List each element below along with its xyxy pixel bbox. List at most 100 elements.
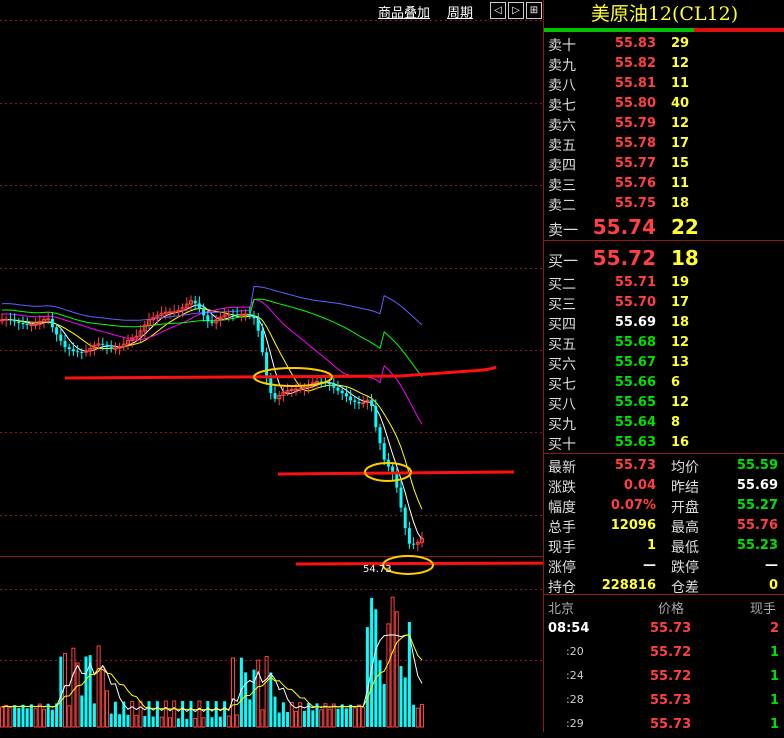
tick-time: :28 <box>566 693 584 706</box>
candle-body <box>235 314 239 316</box>
candle-body <box>412 543 416 545</box>
ask-price: 55.77 <box>614 156 656 171</box>
stats-row: 幅度 0.07% 开盘 55.27 <box>544 496 784 516</box>
volume-bar <box>147 701 151 727</box>
kline-chart-pane[interactable]: 54.73 商品叠加 周期 ◁ ▷ ⊞ <box>0 0 543 732</box>
stat-value: 12096 <box>610 518 656 533</box>
period-link[interactable]: 周期 <box>447 2 473 21</box>
ask-price: 55.79 <box>614 116 656 131</box>
volume-bar <box>71 647 76 728</box>
volume-bar <box>269 672 273 727</box>
volume-bar <box>399 666 403 727</box>
stat-label: 最高 <box>671 520 699 536</box>
volume-bar <box>80 695 84 727</box>
volume-bar <box>168 717 172 728</box>
candle-body <box>273 393 277 399</box>
volume-bar <box>260 709 265 728</box>
volume-bar <box>390 596 395 728</box>
volume-bar <box>226 715 231 728</box>
stat-value: 55.23 <box>736 538 778 553</box>
candle-body <box>328 382 332 384</box>
candlesticks <box>0 295 424 552</box>
ask-price: 55.83 <box>614 36 656 51</box>
volume-bar <box>206 701 210 727</box>
bid-volume: 6 <box>671 375 681 390</box>
volume-bar <box>327 708 332 728</box>
candle-body <box>374 406 378 428</box>
stat-label: 跌停 <box>671 560 699 576</box>
ask-volume: 11 <box>671 76 690 91</box>
bid-row: 买二 55.71 19 <box>544 273 784 293</box>
bid-volume: 19 <box>671 275 690 290</box>
volume-bar <box>256 659 261 728</box>
bid-row: 买八 55.65 12 <box>544 393 784 413</box>
volume-ma-line <box>1 634 423 713</box>
low-price-label: 54.73 <box>363 564 392 575</box>
stat-label: 最新 <box>548 460 576 476</box>
stat-value: 55.59 <box>736 458 778 473</box>
kline-chart[interactable]: 54.73 <box>0 0 543 732</box>
scroll-right-button[interactable]: ▷ <box>508 2 524 19</box>
ask-row: 卖三 55.76 11 <box>544 174 784 194</box>
volume-bar <box>336 708 340 727</box>
volume-bar <box>235 714 240 728</box>
expand-button[interactable]: ⊞ <box>526 2 542 19</box>
volume-bar <box>277 712 281 727</box>
candle-body <box>25 323 29 325</box>
overlay-commodity-link[interactable]: 商品叠加 <box>378 2 430 21</box>
bid-price: 55.67 <box>614 355 656 370</box>
tick-time: :20 <box>566 645 584 658</box>
stat-value: 55.73 <box>614 458 656 473</box>
ask-row: 卖五 55.78 17 <box>544 134 784 154</box>
volume-bar <box>159 716 164 728</box>
candle-body <box>33 323 38 326</box>
tick-time-header: 北京 <box>548 602 575 617</box>
candle-body <box>197 303 201 309</box>
candle-body <box>193 300 197 304</box>
scroll-left-button[interactable]: ◁ <box>490 2 506 19</box>
volume-bar <box>17 707 21 727</box>
stat-label: 均价 <box>671 460 699 476</box>
candle-body <box>332 383 336 388</box>
bid-volume: 18 <box>671 315 690 330</box>
stat-value: 55.76 <box>736 518 778 533</box>
candle-body <box>344 393 348 397</box>
tick-price-header: 价格 <box>658 602 685 617</box>
volume-bar <box>163 700 168 728</box>
stat-label: 最低 <box>671 540 699 556</box>
volume-bar <box>357 704 361 728</box>
candle-body <box>370 400 374 407</box>
candle-body <box>21 323 25 325</box>
candle-body <box>172 311 177 314</box>
tick-row: :29 55.73 1 <box>544 716 784 738</box>
tick-row: :24 55.72 1 <box>544 668 784 690</box>
volume-bars <box>0 596 424 728</box>
candle-body <box>168 311 172 314</box>
drawn-annotations[interactable] <box>64 365 543 575</box>
volume-bar <box>365 627 369 727</box>
candle-body <box>248 313 252 316</box>
tick-row: :28 55.73 1 <box>544 692 784 714</box>
tick-time: :29 <box>566 717 584 730</box>
candle-body <box>113 347 118 350</box>
volume-bar <box>244 672 248 727</box>
tick-price: 55.73 <box>650 693 692 708</box>
stats-row: 最新 55.73 均价 55.59 <box>544 456 784 476</box>
tick-row: :20 55.72 1 <box>544 644 784 666</box>
ask-price: 55.80 <box>614 96 656 111</box>
candle-body <box>336 387 340 391</box>
bid-row: 买十 55.63 16 <box>544 433 784 453</box>
ask-volume: 17 <box>671 136 690 151</box>
volume-bar <box>252 669 256 727</box>
candle-body <box>298 388 303 391</box>
bid-row: 买四 55.69 18 <box>544 313 784 333</box>
volume-bar <box>223 701 227 727</box>
volume-bar <box>311 710 315 727</box>
volume-bar <box>281 702 285 727</box>
stat-label: 涨停 <box>548 560 576 576</box>
bid-volume: 17 <box>671 295 690 310</box>
candle-body <box>231 314 235 316</box>
volume-bar <box>185 718 189 727</box>
volume-bar <box>352 707 357 728</box>
volume-bar <box>37 703 42 728</box>
